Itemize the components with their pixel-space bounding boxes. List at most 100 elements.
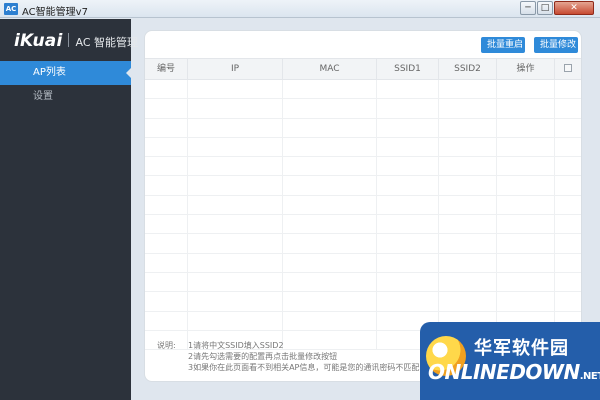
table-cell bbox=[283, 137, 377, 157]
note-line: 3如果你在此页面看不到相关AP信息，可能是您的通讯密码不匹配，请 bbox=[188, 363, 436, 372]
table-cell bbox=[188, 118, 283, 137]
table-cell bbox=[283, 234, 377, 253]
select-all-checkbox[interactable] bbox=[564, 64, 572, 72]
table-cell bbox=[439, 118, 497, 137]
table-cell bbox=[188, 311, 283, 330]
minimize-button[interactable]: ─ bbox=[520, 1, 536, 15]
table-cell bbox=[145, 195, 188, 215]
table-cell bbox=[188, 176, 283, 195]
table-cell bbox=[439, 253, 497, 272]
table-row bbox=[145, 253, 581, 273]
close-button[interactable]: ✕ bbox=[554, 1, 594, 15]
table-row bbox=[145, 176, 581, 196]
table-cell bbox=[497, 157, 555, 176]
table-cell bbox=[188, 272, 283, 292]
table-cell bbox=[145, 253, 188, 272]
table-cell bbox=[497, 234, 555, 253]
table-cell bbox=[377, 253, 439, 272]
table-cell bbox=[439, 176, 497, 195]
table-cell bbox=[497, 99, 555, 118]
table-cell bbox=[377, 215, 439, 234]
table-cell bbox=[555, 157, 581, 175]
sidebar-item-settings[interactable]: 设置 bbox=[0, 85, 131, 109]
table-row bbox=[145, 272, 581, 293]
table-cell bbox=[377, 272, 439, 292]
table-header: 编号 IP MAC SSID1 SSID2 操作 bbox=[145, 58, 581, 80]
table-cell bbox=[377, 137, 439, 157]
table-row bbox=[145, 157, 581, 177]
table-cell bbox=[377, 292, 439, 311]
table-cell bbox=[145, 99, 188, 118]
window-titlebar: AC AC智能管理v7 ─ □ ✕ bbox=[0, 0, 600, 18]
table-cell bbox=[555, 119, 581, 137]
table-row bbox=[145, 195, 581, 216]
note-line: 2请先勾选需要的配置再点击批量修改按钮 bbox=[188, 352, 338, 361]
table-cell bbox=[439, 80, 497, 99]
table-cell bbox=[555, 254, 581, 272]
notes-label: 说明: bbox=[157, 341, 176, 350]
table-cell bbox=[283, 272, 377, 292]
table-cell bbox=[439, 195, 497, 215]
table-cell bbox=[497, 195, 555, 215]
table-cell bbox=[497, 272, 555, 292]
maximize-button[interactable]: □ bbox=[537, 1, 553, 15]
app-icon: AC bbox=[4, 3, 18, 15]
table-cell bbox=[377, 80, 439, 99]
table-row bbox=[145, 118, 581, 138]
table-cell bbox=[145, 272, 188, 292]
table-cell bbox=[439, 215, 497, 234]
table-cell bbox=[497, 253, 555, 272]
batch-restart-button[interactable]: 批量重启 bbox=[481, 37, 525, 53]
table-cell bbox=[377, 234, 439, 253]
table-cell bbox=[497, 118, 555, 137]
table-cell bbox=[439, 272, 497, 292]
watermark: 华军软件园 ONLINEDOWN.NET bbox=[420, 322, 600, 400]
table-row bbox=[145, 215, 581, 235]
column-header-actions[interactable]: 操作 bbox=[497, 59, 555, 79]
logo: iKuai AC 智能管理 bbox=[14, 31, 138, 51]
table-cell bbox=[497, 292, 555, 311]
column-header-ip[interactable]: IP bbox=[188, 59, 283, 79]
table-cell bbox=[283, 176, 377, 195]
table-cell bbox=[188, 137, 283, 157]
table-cell bbox=[555, 215, 581, 233]
table-cell bbox=[283, 99, 377, 118]
table-cell bbox=[283, 292, 377, 311]
ap-table: 编号 IP MAC SSID1 SSID2 操作 bbox=[145, 58, 581, 351]
table-cell bbox=[555, 292, 581, 310]
table-cell bbox=[188, 292, 283, 311]
table-cell bbox=[439, 137, 497, 157]
table-cell bbox=[145, 292, 188, 311]
column-header-ssid2[interactable]: SSID2 bbox=[439, 59, 497, 79]
table-cell bbox=[145, 80, 188, 99]
table-cell bbox=[555, 138, 581, 156]
column-header-ssid1[interactable]: SSID1 bbox=[377, 59, 439, 79]
table-cell bbox=[145, 157, 188, 176]
table-cell bbox=[439, 234, 497, 253]
table-cell bbox=[283, 311, 377, 330]
watermark-cn: 华军软件园 bbox=[474, 338, 569, 359]
table-cell bbox=[145, 215, 188, 234]
table-cell bbox=[188, 99, 283, 118]
column-header-mac[interactable]: MAC bbox=[283, 59, 377, 79]
watermark-en: ONLINEDOWN.NET bbox=[428, 360, 600, 384]
table-cell bbox=[188, 195, 283, 215]
table-cell bbox=[439, 292, 497, 311]
table-cell bbox=[145, 176, 188, 195]
table-cell bbox=[497, 215, 555, 234]
table-cell bbox=[145, 234, 188, 253]
logo-subtitle: AC 智能管理 bbox=[75, 36, 138, 49]
sidebar-item-ap-list[interactable]: AP列表 bbox=[0, 61, 132, 85]
table-row bbox=[145, 137, 581, 158]
table-body bbox=[145, 80, 581, 351]
table-cell bbox=[283, 215, 377, 234]
logo-divider bbox=[68, 33, 70, 47]
select-all-cell bbox=[555, 59, 581, 79]
column-header-id[interactable]: 编号 bbox=[145, 59, 188, 79]
table-cell bbox=[497, 80, 555, 99]
table-cell bbox=[497, 137, 555, 157]
table-cell bbox=[283, 118, 377, 137]
note-line: 1请将中文SSID填入SSID2 bbox=[188, 341, 284, 350]
table-cell bbox=[377, 195, 439, 215]
batch-edit-button[interactable]: 批量修改 bbox=[534, 37, 578, 53]
